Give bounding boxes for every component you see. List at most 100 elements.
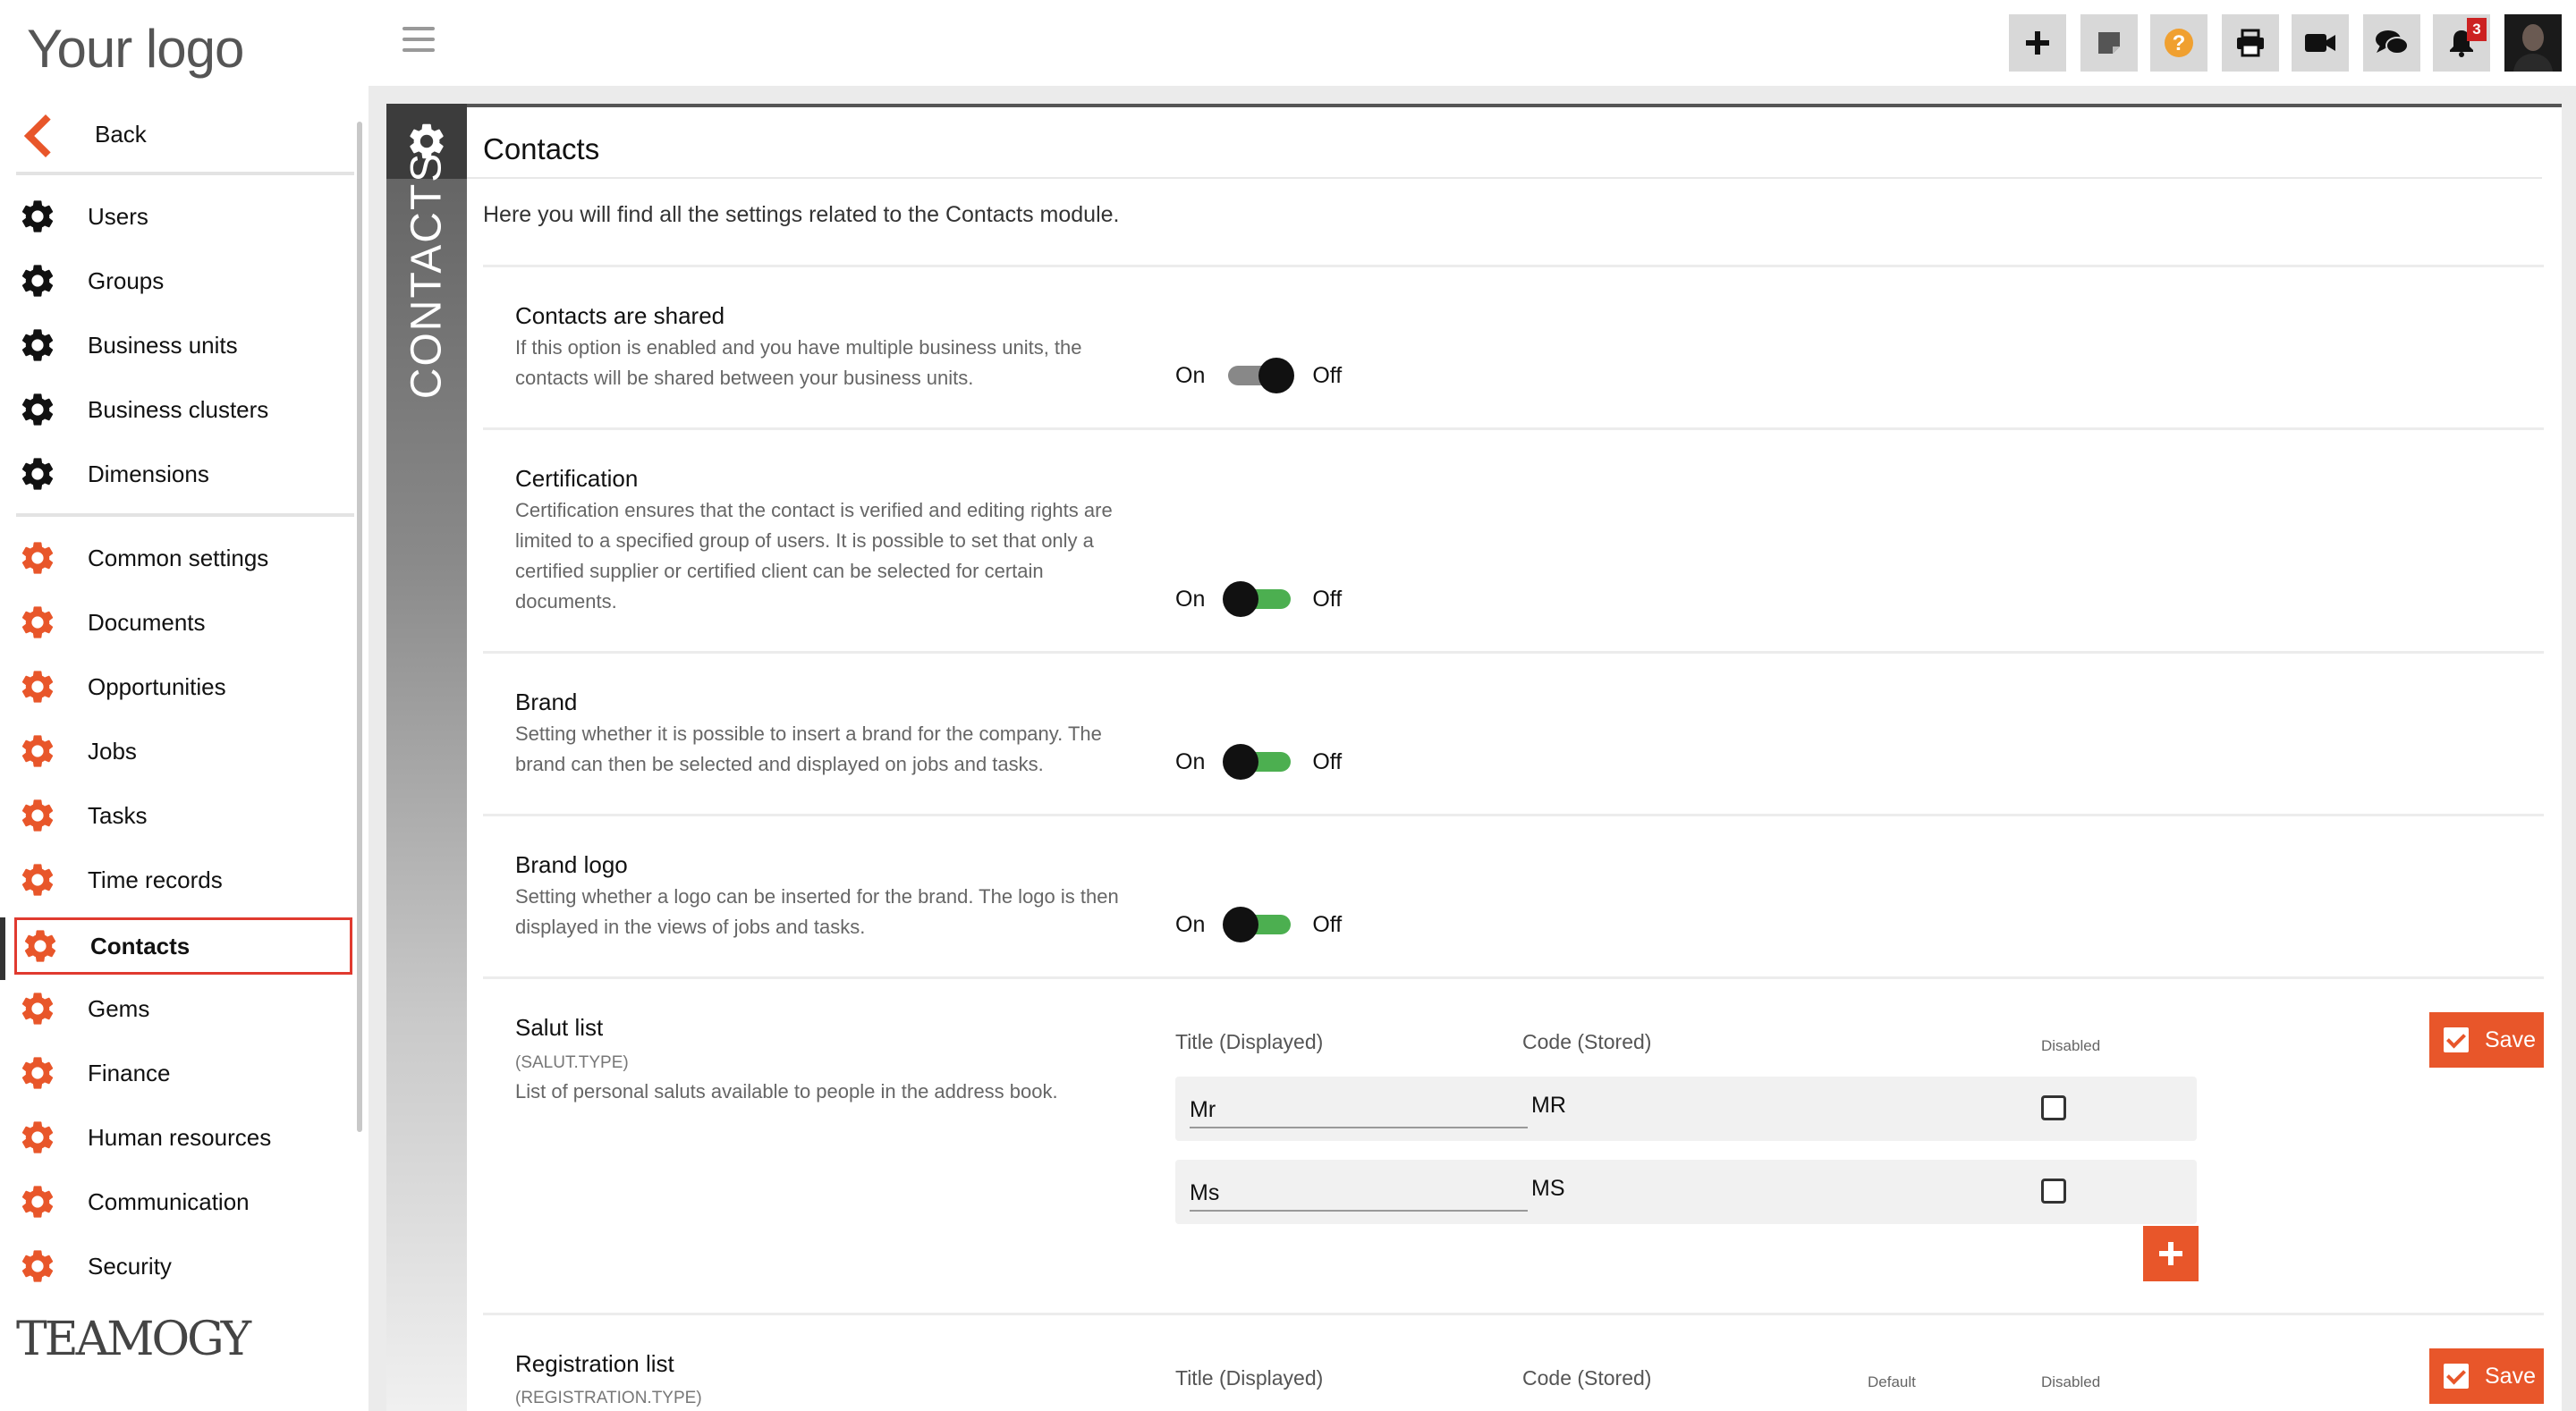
gear-icon: [18, 261, 57, 300]
gear-icon: [18, 1182, 57, 1221]
sidebar-item-common-settings[interactable]: Common settings: [14, 529, 352, 587]
add-button[interactable]: [2009, 14, 2066, 72]
gear-icon: [18, 796, 57, 835]
sidebar-item-label: Security: [88, 1252, 172, 1280]
sticky-note-icon: [2098, 32, 2120, 54]
gear-icon: [18, 538, 57, 578]
sidebar-item-label: Business clusters: [88, 395, 269, 423]
help-button[interactable]: ?: [2150, 14, 2207, 72]
help-icon: ?: [2165, 29, 2193, 57]
disabled-checkbox[interactable]: [2041, 1095, 2066, 1120]
on-label: On: [1175, 748, 1206, 774]
sidebar-item-label: Business units: [88, 331, 238, 359]
section-divider: [483, 814, 2544, 816]
notifications-button[interactable]: 3: [2433, 14, 2490, 72]
sidebar-item-business-clusters[interactable]: Business clusters: [14, 381, 352, 438]
sidebar-scrollbar[interactable]: [357, 122, 362, 1132]
toggle-shared: On Off: [1175, 356, 1342, 395]
sidebar-item-business-units[interactable]: Business units: [14, 317, 352, 374]
gear-icon: [21, 926, 60, 966]
sidebar-item-communication[interactable]: Communication: [14, 1173, 352, 1230]
setting-code-registration: (REGISTRATION.TYPE): [515, 1389, 702, 1407]
shared-switch[interactable]: [1223, 356, 1296, 395]
setting-title-registration-list: Registration list: [515, 1350, 674, 1377]
check-icon: [2444, 1364, 2469, 1389]
sidebar-item-users[interactable]: Users: [14, 188, 352, 245]
sidebar-item-label: Jobs: [88, 737, 137, 765]
sidebar-item-dimensions[interactable]: Dimensions: [14, 445, 352, 503]
setting-title-brand-logo: Brand logo: [515, 851, 628, 878]
title-divider: [467, 177, 2542, 179]
sidebar-item-gems[interactable]: Gems: [14, 980, 352, 1037]
gear-icon: [18, 390, 57, 429]
salut-title-input[interactable]: [1190, 1093, 1528, 1128]
page-title: Contacts: [483, 132, 600, 165]
section-divider: [483, 1313, 2544, 1315]
add-salut-button[interactable]: [2143, 1226, 2199, 1281]
sidebar-item-security[interactable]: Security: [14, 1238, 352, 1295]
chat-icon: [2376, 30, 2409, 55]
module-strip-label: CONTACTS: [402, 151, 451, 400]
sticky-note-button[interactable]: [2080, 14, 2138, 72]
setting-code-salut: (SALUT.TYPE): [515, 1053, 629, 1072]
toggle-brand-logo: On Off: [1175, 905, 1342, 944]
brand-logo-switch[interactable]: [1223, 905, 1296, 944]
save-registration-button[interactable]: Save: [2429, 1348, 2544, 1404]
notification-badge: 3: [2467, 18, 2487, 41]
gear-icon: [18, 603, 57, 642]
sidebar-item-jobs[interactable]: Jobs: [14, 722, 352, 780]
sidebar-item-human-resources[interactable]: Human resources: [14, 1109, 352, 1166]
plus-icon: [2026, 31, 2049, 55]
setting-title-brand: Brand: [515, 689, 578, 715]
column-header-disabled: Disabled: [2041, 1373, 2101, 1390]
setting-desc-salut-list: List of personal saluts available to peo…: [515, 1080, 1058, 1103]
chevron-left-icon: [18, 113, 61, 156]
gear-icon: [18, 731, 57, 771]
sidebar-item-documents[interactable]: Documents: [14, 594, 352, 651]
sidebar-item-opportunities[interactable]: Opportunities: [14, 658, 352, 715]
setting-title-certification: Certification: [515, 465, 639, 492]
sidebar-item-time-records[interactable]: Time records: [14, 851, 352, 908]
print-icon: [2237, 29, 2264, 57]
off-label: Off: [1312, 586, 1343, 612]
sidebar-item-tasks[interactable]: Tasks: [14, 787, 352, 844]
plus-icon: [2159, 1242, 2182, 1265]
disabled-checkbox[interactable]: [2041, 1179, 2066, 1204]
salut-code: MR: [1531, 1093, 1566, 1118]
salut-title-input[interactable]: [1190, 1176, 1528, 1212]
column-header-code: Code (Stored): [1522, 1366, 1652, 1390]
sidebar-item-label: Contacts: [90, 932, 191, 959]
sidebar-item-contacts[interactable]: Contacts: [14, 917, 352, 975]
save-label: Save: [2485, 1363, 2536, 1389]
setting-title-shared: Contacts are shared: [515, 302, 725, 329]
column-header-default: Default: [1868, 1373, 1916, 1390]
setting-desc-brand-logo: Setting whether a logo can be inserted f…: [515, 885, 1119, 938]
video-call-button[interactable]: [2292, 14, 2349, 72]
column-header-disabled: Disabled: [2041, 1037, 2101, 1054]
on-label: On: [1175, 362, 1206, 388]
print-button[interactable]: [2222, 14, 2279, 72]
on-label: On: [1175, 911, 1206, 937]
chat-button[interactable]: [2363, 14, 2420, 72]
sidebar-item-finance[interactable]: Finance: [14, 1044, 352, 1102]
save-salut-button[interactable]: Save: [2429, 1012, 2544, 1068]
back-button[interactable]: Back: [18, 109, 358, 159]
hamburger-menu-icon[interactable]: [402, 27, 435, 54]
column-header-title: Title (Displayed): [1175, 1030, 1324, 1053]
svg-text:?: ?: [2173, 31, 2186, 55]
gear-icon: [18, 989, 57, 1028]
company-logo: Your logo: [27, 19, 244, 79]
divider: [16, 513, 354, 517]
toggle-certification: On Off: [1175, 579, 1342, 619]
gear-icon: [18, 1118, 57, 1157]
divider: [16, 172, 354, 175]
brand-switch[interactable]: [1223, 742, 1296, 782]
certification-switch[interactable]: [1223, 579, 1296, 619]
user-avatar[interactable]: [2504, 14, 2562, 72]
sidebar-item-label: Documents: [88, 608, 206, 636]
sidebar-item-label: Time records: [88, 866, 223, 893]
sidebar-item-groups[interactable]: Groups: [14, 252, 352, 309]
section-divider: [483, 427, 2544, 430]
save-label: Save: [2485, 1027, 2536, 1052]
salut-code: MS: [1531, 1176, 1565, 1201]
